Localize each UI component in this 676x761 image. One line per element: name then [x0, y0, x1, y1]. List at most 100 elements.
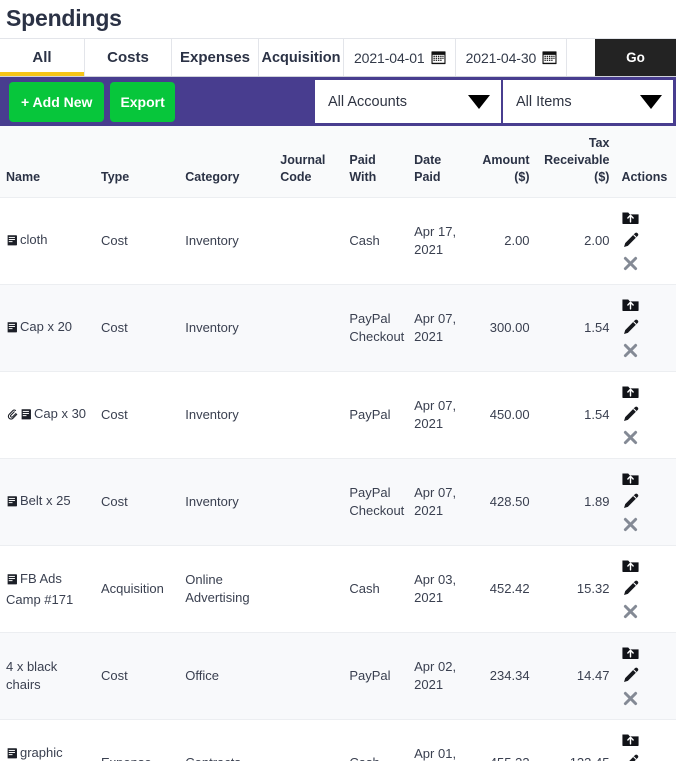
cell-journal-code [274, 633, 343, 720]
cell-paid-with: Cash [343, 546, 408, 633]
items-select[interactable]: All Items [503, 80, 673, 123]
row-actions [621, 295, 670, 361]
row-icon-group [6, 745, 20, 760]
edit-pencil-icon[interactable] [621, 579, 641, 599]
row-actions [621, 208, 670, 274]
tab-costs[interactable]: Costs [85, 39, 172, 76]
export-button[interactable]: Export [110, 82, 174, 122]
cell-journal-code [274, 372, 343, 459]
table-row[interactable]: Cap x 30CostInventoryPayPalApr 07, 20214… [0, 372, 676, 459]
cell-type: Expense [95, 720, 179, 761]
delete-x-icon[interactable] [621, 254, 641, 274]
cell-category: Online Advertising [179, 546, 274, 633]
cell-type: Acquisition [95, 546, 179, 633]
table-row[interactable]: Belt x 25CostInventoryPayPal CheckoutApr… [0, 459, 676, 546]
tab-costs-label: Costs [107, 49, 149, 66]
cell-type: Cost [95, 198, 179, 285]
cell-name: 4 x black chairs [0, 633, 95, 720]
row-icon-group [6, 406, 34, 421]
note-icon [6, 321, 19, 339]
column-header-amount: Amount ($) [469, 126, 536, 198]
upload-folder-icon[interactable] [621, 643, 641, 663]
edit-pencil-icon[interactable] [621, 753, 641, 761]
cell-amount: 452.42 [469, 546, 536, 633]
tab-expenses[interactable]: Expenses [172, 39, 259, 76]
page-title: Spendings [0, 0, 676, 38]
row-actions [621, 556, 670, 622]
accounts-select[interactable]: All Accounts [315, 80, 503, 123]
cell-category: Inventory [179, 285, 274, 372]
date-to-field[interactable]: 2021-04-30 [456, 39, 568, 76]
add-new-button[interactable]: + Add New [9, 82, 104, 122]
table-row[interactable]: clothCostInventoryCashApr 17, 20212.002.… [0, 198, 676, 285]
calendar-icon[interactable] [542, 50, 557, 65]
date-to-value: 2021-04-30 [466, 50, 537, 66]
table-row[interactable]: 4 x black chairsCostOfficePayPalApr 02, … [0, 633, 676, 720]
upload-folder-icon[interactable] [621, 469, 641, 489]
column-header-category: Category [179, 126, 274, 198]
upload-folder-icon[interactable] [621, 208, 641, 228]
delete-x-icon[interactable] [621, 602, 641, 622]
calendar-icon[interactable] [431, 50, 446, 65]
cell-journal-code [274, 546, 343, 633]
tab-and-date-bar: All Costs Expenses Acquisition 2021-04-0… [0, 38, 676, 77]
upload-folder-icon[interactable] [621, 556, 641, 576]
delete-x-icon[interactable] [621, 689, 641, 709]
cell-journal-code [274, 720, 343, 761]
cell-amount: 300.00 [469, 285, 536, 372]
cell-date-paid: Apr 03, 2021 [408, 546, 468, 633]
table-body: clothCostInventoryCashApr 17, 20212.002.… [0, 198, 676, 761]
cell-amount: 234.34 [469, 633, 536, 720]
cell-amount: 450.00 [469, 372, 536, 459]
cell-name: graphic designer hired [0, 720, 95, 761]
upload-folder-icon[interactable] [621, 382, 641, 402]
go-button[interactable]: Go [595, 39, 676, 76]
cell-date-paid: Apr 01, 2021 [408, 720, 468, 761]
table-row[interactable]: FB Ads Camp #171AcquisitionOnline Advert… [0, 546, 676, 633]
note-icon [20, 408, 33, 426]
edit-pencil-icon[interactable] [621, 492, 641, 512]
edit-pencil-icon[interactable] [621, 666, 641, 686]
tab-expenses-label: Expenses [180, 49, 250, 66]
table-row[interactable]: Cap x 20CostInventoryPayPal CheckoutApr … [0, 285, 676, 372]
cell-name-text: Cap x 20 [20, 319, 72, 334]
upload-folder-icon[interactable] [621, 730, 641, 750]
cell-name: Cap x 20 [0, 285, 95, 372]
date-from-value: 2021-04-01 [354, 50, 425, 66]
row-actions [621, 382, 670, 448]
cell-actions [615, 633, 676, 720]
tab-all[interactable]: All [0, 39, 85, 76]
upload-folder-icon[interactable] [621, 295, 641, 315]
date-from-field[interactable]: 2021-04-01 [344, 39, 456, 76]
delete-x-icon[interactable] [621, 515, 641, 535]
column-header-journal-code: Journal Code [274, 126, 343, 198]
edit-pencil-icon[interactable] [621, 405, 641, 425]
tab-acquisition-label: Acquisition [262, 50, 341, 66]
cell-actions [615, 198, 676, 285]
note-icon [6, 234, 19, 252]
cell-category: Inventory [179, 198, 274, 285]
cell-date-paid: Apr 07, 2021 [408, 459, 468, 546]
spendings-page: Spendings All Costs Expenses Acquisition… [0, 0, 676, 761]
column-header-type: Type [95, 126, 179, 198]
cell-date-paid: Apr 02, 2021 [408, 633, 468, 720]
cell-paid-with: PayPal [343, 633, 408, 720]
cell-category: Office [179, 633, 274, 720]
delete-x-icon[interactable] [621, 341, 641, 361]
table-row[interactable]: graphic designer hiredExpenseContracts Ca… [0, 720, 676, 761]
cell-paid-with: Cash [343, 720, 408, 761]
action-toolbar: + Add New Export All Accounts All Items [0, 77, 676, 126]
cell-name: FB Ads Camp #171 [0, 546, 95, 633]
column-header-tax-receivable: Tax Receivable ($) [536, 126, 616, 198]
paperclip-icon [6, 408, 19, 426]
tab-acquisition[interactable]: Acquisition [259, 39, 344, 76]
column-header-actions: Actions [615, 126, 676, 198]
cell-paid-with: PayPal Checkout [343, 459, 408, 546]
cell-type: Cost [95, 285, 179, 372]
cell-category: Contracts [179, 720, 274, 761]
delete-x-icon[interactable] [621, 428, 641, 448]
edit-pencil-icon[interactable] [621, 318, 641, 338]
cell-amount: 428.50 [469, 459, 536, 546]
cell-tax-receivable: 1.54 [536, 372, 616, 459]
edit-pencil-icon[interactable] [621, 231, 641, 251]
